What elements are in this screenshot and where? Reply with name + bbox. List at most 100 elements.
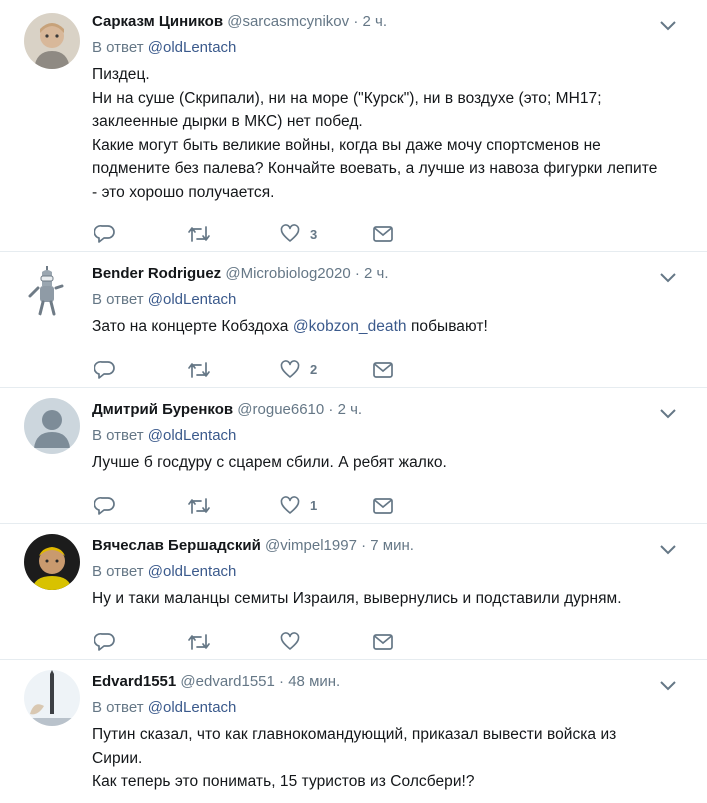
author-name[interactable]: Bender Rodriguez [92,265,221,282]
chevron-down-icon[interactable] [659,540,677,558]
retweet-icon [188,361,210,378]
author-name[interactable]: Сарказм Циников [92,13,223,30]
author-handle[interactable]: @sarcasmcynikov [227,13,349,30]
reply-button[interactable] [94,223,116,245]
tweet: Bender Rodriguez @Microbiolog2020 · 2 ч.… [0,252,707,388]
tweet-text-line: - это хорошо получается. [92,183,275,201]
reply-prefix: В ответ [92,427,144,444]
reply-to-link[interactable]: @oldLentach [148,291,237,308]
reply-button[interactable] [94,495,116,517]
heart-icon [280,631,300,650]
envelope-icon [373,633,393,650]
tweet-text: Ну и таки маланцы семиты Израиля, выверн… [92,587,691,611]
reply-to-link[interactable]: @oldLentach [148,427,237,444]
reply-context: В ответ @oldLentach [92,698,691,718]
tweet-text-line: заклеенные дырки в МКС) нет побед. [92,113,363,130]
tweet-text-line: Лучше б госдуру с сцарем сбили. А ребят … [92,454,447,471]
author-name[interactable]: Вячеслав Бершадский [92,537,261,554]
reply-icon [94,224,115,243]
separator: · [279,673,285,690]
avatar[interactable] [24,534,80,590]
tweet-text-part: побывают! [406,318,488,335]
chevron-down-icon[interactable] [659,268,677,286]
timestamp[interactable]: 2 ч. [363,13,388,30]
like-button[interactable]: 1 [280,495,317,517]
tweet: Дмитрий Буренков @rogue6610 · 2 ч. В отв… [0,388,707,524]
envelope-icon [373,226,393,242]
tweet-header: Дмитрий Буренков @rogue6610 · 2 ч. [92,400,691,420]
retweet-button[interactable] [187,631,211,653]
tweet: Вячеслав Бершадский @vimpel1997 · 7 мин.… [0,524,707,660]
tweet-text-line: Ну и таки маланцы семиты Израиля, выверн… [92,590,622,607]
reply-prefix: В ответ [92,291,144,308]
heart-icon [280,359,300,378]
mention-link[interactable]: @kobzon_death [293,318,407,335]
envelope-icon [373,361,393,378]
tweet-text-line: Ни на суше (Скрипали), ни на море ("Курс… [92,89,602,107]
timestamp[interactable]: 48 мин. [288,673,340,690]
tweet-text: Зато на концерте Кобздоха @kobzon_death … [92,315,691,339]
tweet-header: Edvard1551 @edvard1551 · 48 мин. [92,672,691,692]
timestamp[interactable]: 7 мин. [370,537,414,554]
reply-to-link[interactable]: @oldLentach [148,699,237,716]
dm-button[interactable] [373,359,393,381]
separator: · [361,537,367,554]
tweet-text-line: Пиздец. [92,66,150,83]
retweet-button[interactable] [187,359,211,381]
like-count: 3 [310,226,318,242]
dm-button[interactable] [373,631,393,653]
avatar[interactable] [24,13,80,69]
like-button[interactable]: 3 [280,223,317,245]
like-button[interactable]: 2 [280,359,317,381]
tweet-text-line: Сирии. [92,749,143,767]
author-handle[interactable]: @edvard1551 [180,673,274,690]
tweet-text: Лучше б госдуру с сцарем сбили. А ребят … [92,451,691,475]
tweet-text-line: Как теперь это понимать, 15 туристов из … [92,773,475,790]
author-name[interactable]: Дмитрий Буренков [92,401,233,418]
reply-icon [94,496,115,515]
retweet-icon [188,497,210,514]
tweet-text-line: Путин сказал, что как главнокомандующий,… [92,726,617,743]
dm-button[interactable] [373,223,393,245]
author-handle[interactable]: @Microbiolog2020 [225,265,350,282]
retweet-button[interactable] [187,223,211,245]
chevron-down-icon[interactable] [659,676,677,694]
tweet-text: Пиздец. Ни на суше (Скрипали), ни на мор… [92,63,691,204]
timestamp[interactable]: 2 ч. [338,401,363,418]
reply-to-link[interactable]: @oldLentach [148,39,237,56]
reply-prefix: В ответ [92,699,144,716]
like-button[interactable] [280,631,310,653]
author-name[interactable]: Edvard1551 [92,673,176,690]
like-count: 2 [310,362,318,377]
reply-button[interactable] [94,631,116,653]
tweet-header: Вячеслав Бершадский @vimpel1997 · 7 мин. [92,536,691,556]
reply-context: В ответ @oldLentach [92,290,691,310]
tweet-text: Путин сказал, что как главнокомандующий,… [92,723,691,794]
timestamp[interactable]: 2 ч. [364,265,389,282]
separator: · [353,13,359,30]
tweet-text-line: подмените без палева? Кончайте воевать, … [92,160,658,177]
chevron-down-icon[interactable] [659,404,677,422]
envelope-icon [373,497,393,514]
chevron-down-icon[interactable] [659,16,677,34]
reply-icon [94,360,115,379]
author-handle[interactable]: @rogue6610 [237,401,324,418]
avatar[interactable] [24,262,80,318]
dm-button[interactable] [373,495,393,517]
separator: · [354,265,360,282]
reply-to-link[interactable]: @oldLentach [148,563,237,580]
tweet-header: Сарказм Циников @sarcasmcynikov · 2 ч. [92,12,691,32]
reply-icon [94,632,115,651]
reply-prefix: В ответ [92,563,144,580]
tweet-text-line: Какие могут быть великие войны, когда вы… [92,136,601,154]
avatar[interactable] [24,398,80,454]
tweet: Сарказм Циников @sarcasmcynikov · 2 ч. В… [0,0,707,252]
tweet-text-part: Зато на концерте Кобздоха [92,318,293,335]
reply-context: В ответ @oldLentach [92,562,691,582]
avatar[interactable] [24,670,80,726]
heart-icon [280,495,300,514]
reply-button[interactable] [94,359,116,381]
retweet-icon [188,226,210,242]
retweet-button[interactable] [187,495,211,517]
author-handle[interactable]: @vimpel1997 [265,537,357,554]
